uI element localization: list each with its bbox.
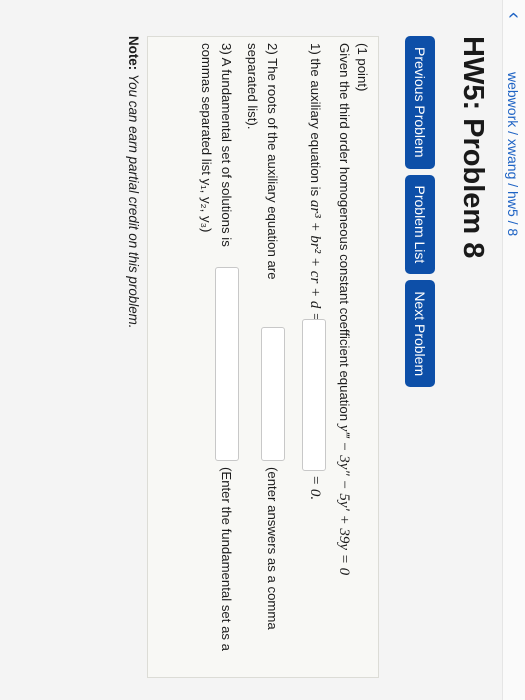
back-chevron-icon[interactable]: ‹ — [502, 12, 525, 19]
part1-suffix: = 0. — [306, 475, 323, 500]
browser-top-bar: ‹ webwork / xwang / hw5 / 8 — [502, 0, 525, 700]
rotated-page: ‹ webwork / xwang / hw5 / 8 HW5: Problem… — [0, 0, 525, 700]
note-text: You can earn partial credit on this prob… — [126, 73, 141, 329]
part2-hint: (enter answers as a comma — [265, 467, 280, 630]
problem-body: (1 point) Given the third order homogene… — [147, 36, 379, 678]
next-problem-button[interactable]: Next Problem — [405, 280, 435, 388]
part2-hint-continued: separated list). — [245, 43, 260, 130]
part1-row: 1) the auxiliary equation is ar³ + br² +… — [306, 43, 323, 322]
part2-label: 2) The roots of the auxiliary equation a… — [265, 43, 280, 280]
roots-input[interactable] — [261, 327, 285, 461]
auxiliary-expression: ar³ + br² + cr + d = — [307, 199, 323, 323]
part1-label: 1) the auxiliary equation is — [308, 43, 323, 197]
part3-hint-continued: commas separated list y₁, y₂, y₃) — [199, 43, 214, 233]
problem-list-button[interactable]: Problem List — [405, 174, 435, 275]
points-label: (1 point) — [355, 43, 370, 92]
intro-text: Given the third order homogeneous consta… — [337, 43, 352, 422]
problem-navigation: Previous Problem Problem List Next Probl… — [405, 36, 435, 388]
auxiliary-equation-input[interactable] — [302, 319, 326, 471]
note-label: Note: — [126, 36, 141, 71]
part3-label: 3) A fundamental set of solutions is — [219, 43, 234, 247]
differential-equation: y‴ − 3y″ − 5y′ + 39y = 0 — [336, 424, 352, 576]
fundamental-set-input[interactable] — [215, 267, 239, 461]
previous-problem-button[interactable]: Previous Problem — [405, 36, 435, 169]
problem-intro: Given the third order homogeneous consta… — [335, 43, 352, 575]
part3-hint: (Enter the fundamental set as a — [219, 467, 234, 652]
breadcrumb[interactable]: webwork / xwang / hw5 / 8 — [505, 72, 521, 236]
partial-credit-note: Note: You can earn partial credit on thi… — [126, 36, 141, 329]
equals-zero-text: = 0. — [307, 475, 323, 501]
page-title: HW5: Problem 8 — [457, 36, 489, 259]
